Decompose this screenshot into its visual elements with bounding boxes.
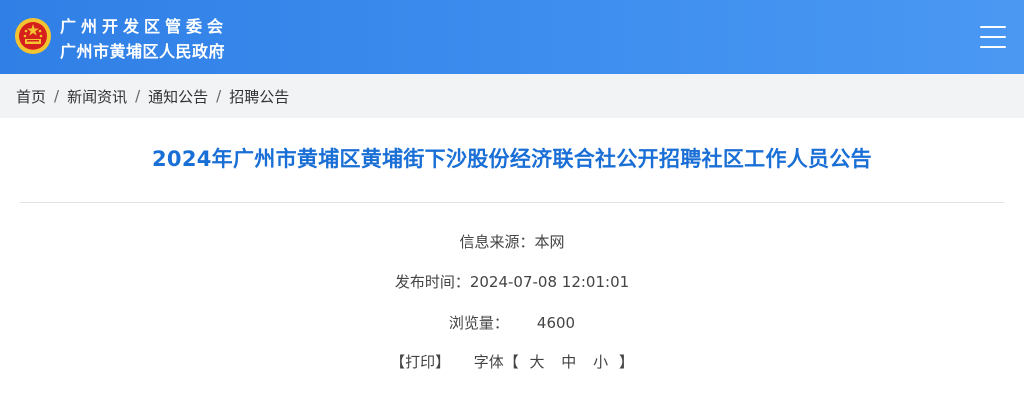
- title-divider: [20, 202, 1004, 203]
- font-size-label: 字体【: [473, 353, 519, 371]
- font-size-large[interactable]: 大: [529, 353, 544, 371]
- views-label: 浏览量：: [448, 314, 509, 332]
- article-tools: 【打印】 字体【 大 中 小 】: [0, 351, 1024, 372]
- article-view-count: 浏览量： 4600: [0, 312, 1024, 333]
- source-value: 本网: [534, 233, 565, 251]
- org-name-secondary: 广州市黄埔区人民政府: [60, 42, 226, 61]
- breadcrumb-news[interactable]: 新闻资讯: [67, 86, 127, 107]
- menu-bar: [980, 46, 1006, 48]
- breadcrumb-recruitment[interactable]: 招聘公告: [229, 86, 289, 107]
- article-publish-time: 发布时间：2024-07-08 12:01:01: [0, 271, 1024, 292]
- breadcrumb-home[interactable]: 首页: [16, 86, 46, 107]
- font-size-small[interactable]: 小: [593, 353, 608, 371]
- font-size-close: 】: [618, 353, 634, 371]
- breadcrumb-separator: /: [54, 87, 60, 105]
- publish-label: 发布时间：: [394, 273, 470, 291]
- font-size-medium[interactable]: 中: [561, 353, 576, 371]
- national-emblem-icon[interactable]: [14, 16, 52, 56]
- source-label: 信息来源：: [459, 233, 535, 251]
- publish-value: 2024-07-08 12:01:01: [469, 273, 630, 291]
- hamburger-menu-icon[interactable]: [976, 22, 1010, 52]
- print-button[interactable]: 【打印】: [390, 353, 450, 371]
- article-source: 信息来源：本网: [0, 231, 1024, 252]
- breadcrumb-separator: /: [216, 87, 222, 105]
- article-title: 2024年广州市黄埔区黄埔街下沙股份经济联合社公开招聘社区工作人员公告: [152, 147, 872, 171]
- org-name-primary: 广州开发区管委会: [60, 17, 229, 36]
- menu-bar: [980, 36, 1006, 38]
- menu-bar: [980, 26, 1006, 28]
- breadcrumb: 首页 / 新闻资讯 / 通知公告 / 招聘公告: [0, 74, 1024, 118]
- breadcrumb-separator: /: [135, 87, 141, 105]
- views-value: 4600: [536, 314, 576, 332]
- site-header: 广州开发区管委会 广州市黄埔区人民政府: [0, 0, 1024, 74]
- breadcrumb-notices[interactable]: 通知公告: [148, 86, 208, 107]
